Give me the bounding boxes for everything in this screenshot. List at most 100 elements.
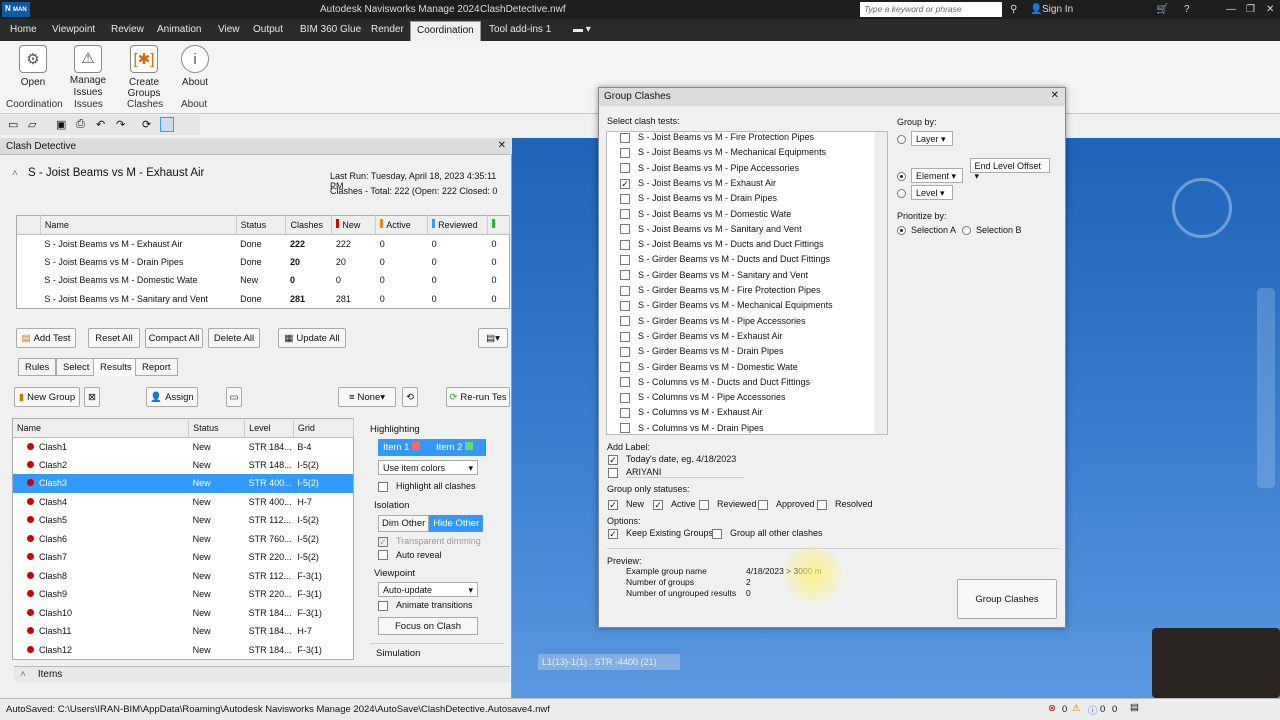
clash-test-checkbox[interactable] <box>620 132 630 143</box>
status-option[interactable]: Resolved <box>817 499 873 510</box>
export-dropdown-button[interactable]: ▤▾ <box>478 328 508 348</box>
group-other-option[interactable]: Group all other clashes <box>712 528 823 539</box>
layer-option[interactable]: Layer ▾ <box>897 131 953 146</box>
auto-reveal-checkbox[interactable] <box>378 550 388 561</box>
help-icon[interactable]: ? <box>1184 4 1190 15</box>
group-clashes-button[interactable]: Group Clashes <box>957 579 1057 619</box>
dialog-close-icon[interactable]: ✕ <box>1051 90 1059 101</box>
rerun-test-button[interactable]: ⟳ Re-run Tes <box>446 387 510 407</box>
result-row[interactable]: Clash5 New STR 112... I-5(2) <box>13 511 354 530</box>
result-row[interactable]: Clash3 New STR 400... I-5(2) <box>12 474 354 493</box>
result-status[interactable]: New <box>189 604 245 623</box>
clash-test-option[interactable]: S - Girder Beams vs M - Mechanical Equip… <box>620 300 833 315</box>
clash-test-option[interactable]: S - Joist Beams vs M - Domestic Wate <box>620 209 791 224</box>
clash-test-option[interactable]: S - Girder Beams vs M - Sanitary and Ven… <box>620 270 808 285</box>
clash-test-checkbox[interactable] <box>620 270 630 281</box>
header-status[interactable]: Status <box>236 215 287 235</box>
list-scrollbar[interactable] <box>875 132 887 434</box>
group-other-checkbox[interactable] <box>712 528 722 539</box>
new-icon[interactable]: ▭ <box>8 118 18 131</box>
clash-test-option[interactable]: S - Joist Beams vs M - Fire Protection P… <box>620 132 814 147</box>
clash-test-checkbox[interactable] <box>620 300 630 311</box>
performance-icon[interactable]: ▤ <box>1130 702 1139 713</box>
clash-test-checkbox[interactable] <box>620 224 630 235</box>
save-icon[interactable]: ▣ <box>56 118 66 131</box>
simulation-section[interactable]: Simulation <box>370 643 504 659</box>
clash-test-checkbox[interactable] <box>620 285 630 296</box>
reset-all-button[interactable]: Reset All <box>88 328 140 348</box>
tab-render[interactable]: Render <box>371 24 404 35</box>
tab-bim360[interactable]: BIM 360 Glue <box>300 24 361 35</box>
tab-review[interactable]: Review <box>111 24 144 35</box>
tab-output[interactable]: Output <box>253 24 283 35</box>
result-status[interactable]: New <box>189 456 245 475</box>
status-option[interactable]: Reviewed <box>699 499 757 510</box>
header-active[interactable]: Active <box>375 215 429 235</box>
add-test-button[interactable]: ▤ Add Test <box>16 328 76 348</box>
keep-existing-option[interactable]: ✓ Keep Existing Groups <box>608 528 713 539</box>
status-checkbox[interactable] <box>699 499 709 510</box>
delete-all-button[interactable]: Delete All <box>208 328 260 348</box>
custom-label-checkbox[interactable] <box>608 467 618 478</box>
folder-icon[interactable]: ▱ <box>28 118 36 131</box>
clash-test-option[interactable]: S - Girder Beams vs M - Ducts and Duct F… <box>620 254 830 269</box>
level-radio[interactable] <box>897 189 906 199</box>
result-row[interactable]: Clash12 New STR 184... F-3(1) <box>13 641 354 660</box>
result-status[interactable]: New <box>189 493 245 512</box>
custom-label-option[interactable]: ARIYANI <box>608 467 744 478</box>
test-row[interactable]: S - Joist Beams vs M - Drain Pipes Done 20… <box>17 253 510 272</box>
custom-label-input[interactable]: ARIYANI <box>626 467 744 478</box>
result-row[interactable]: Clash1 New STR 184... B-4 <box>13 437 354 456</box>
tab-rules[interactable]: Rules <box>18 358 57 376</box>
clash-test-option[interactable]: S - Columns vs M - Exhaust Air <box>620 407 763 422</box>
selection-a-radio[interactable] <box>897 226 906 236</box>
test-row[interactable]: S - Joist Beams vs M - Domestic Wate New 0… <box>17 271 510 290</box>
clash-test-option[interactable]: S - Columns vs M - Pipe Accessories <box>620 392 786 407</box>
result-status[interactable]: New <box>189 511 245 530</box>
open-button[interactable]: ⚙ Open <box>18 45 48 88</box>
ungroup-button[interactable]: ⊠ <box>84 387 100 407</box>
clash-test-checkbox[interactable] <box>620 408 630 419</box>
panel-close-icon[interactable]: ✕ <box>498 140 506 151</box>
clash-test-option[interactable]: S - Joist Beams vs M - Mechanical Equipm… <box>620 147 826 162</box>
level-dropdown[interactable]: Level ▾ <box>911 185 953 200</box>
result-status[interactable]: New <box>189 437 245 456</box>
panel-toggle-icon[interactable]: ▬ ▾ <box>573 24 591 35</box>
tab-tool-addins[interactable]: Tool add-ins 1 <box>489 24 551 35</box>
focus-on-clash-button[interactable]: Focus on Clash <box>378 616 478 635</box>
test-row[interactable]: S - Joist Beams vs M - Sanitary and Vent… <box>17 290 510 309</box>
element-option[interactable]: Element ▾ End Level Offset ▾ <box>897 158 1050 183</box>
viewcube-icon[interactable] <box>1172 178 1232 238</box>
tab-view[interactable]: View <box>218 24 240 35</box>
hide-other-button[interactable]: Hide Other <box>429 515 484 532</box>
status-checkbox[interactable]: ✓ <box>608 499 618 510</box>
tab-home[interactable]: Home <box>10 24 37 35</box>
user-icon[interactable]: 👤 <box>1030 4 1042 15</box>
highlight-all-checkbox[interactable] <box>378 481 388 492</box>
result-status[interactable]: New <box>189 548 245 567</box>
clash-test-checkbox[interactable] <box>620 163 630 174</box>
header-new[interactable]: New <box>331 215 377 235</box>
header-clashes[interactable]: Clashes <box>285 215 333 235</box>
status-filter-dropdown[interactable]: ≡ None ▾ <box>338 387 396 407</box>
comment-button[interactable]: ▭ <box>226 387 242 407</box>
clash-test-checkbox[interactable] <box>620 362 630 373</box>
result-status[interactable]: New <box>189 530 245 549</box>
clash-test-checkbox[interactable] <box>620 423 630 434</box>
results-header-level[interactable]: Level <box>244 418 294 438</box>
element-dropdown[interactable]: Element ▾ <box>911 168 963 183</box>
clash-test-option[interactable]: S - Columns vs M - Ducts and Duct Fittin… <box>620 377 810 392</box>
todays-date-option[interactable]: ✓ Today's date, eg. 4/18/2023 <box>608 454 736 465</box>
cart-icon[interactable]: 🛒 <box>1156 4 1168 15</box>
undo-icon[interactable]: ↶ <box>96 118 105 131</box>
result-row[interactable]: Clash4 New STR 400... H-7 <box>13 493 354 512</box>
result-status[interactable]: New <box>189 622 245 641</box>
test-row[interactable]: S - Joist Beams vs M - Exhaust Air Done 22… <box>17 234 510 253</box>
status-option[interactable]: Approved <box>758 499 815 510</box>
clash-test-checkbox[interactable] <box>620 377 630 388</box>
item1-toggle[interactable]: Item 1 <box>379 440 432 455</box>
result-status[interactable]: New <box>189 641 245 660</box>
result-row[interactable]: Clash8 New STR 112... F-3(1) <box>13 567 354 586</box>
level-option[interactable]: Level ▾ <box>897 185 953 200</box>
todays-date-checkbox[interactable]: ✓ <box>608 454 618 465</box>
